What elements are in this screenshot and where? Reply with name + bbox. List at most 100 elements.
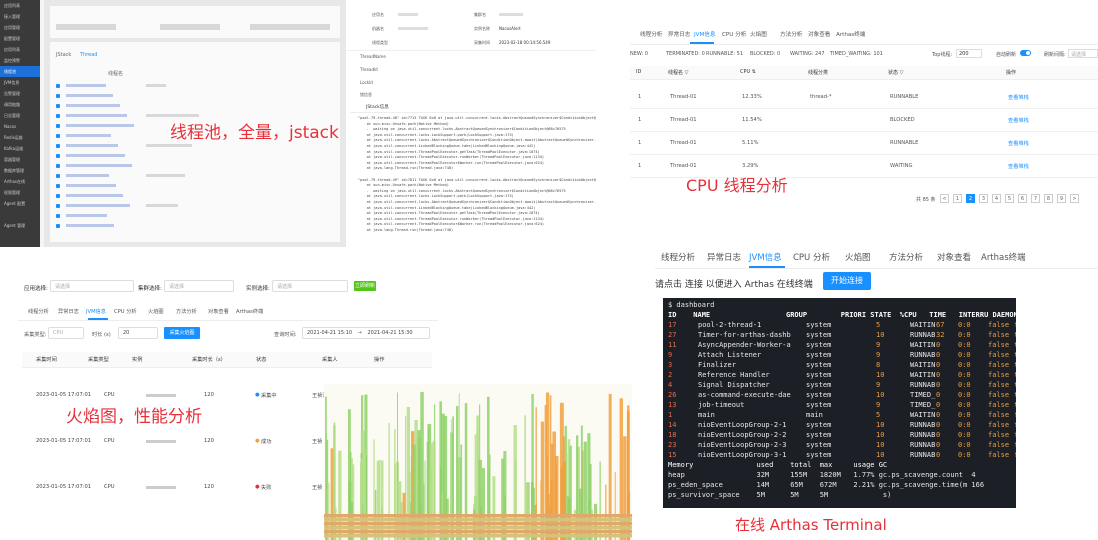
sidebar-item[interactable] — [0, 209, 40, 220]
table-row[interactable] — [56, 92, 332, 100]
sidebar-item[interactable]: Arthas在线 — [0, 176, 40, 187]
table-row[interactable] — [56, 202, 332, 210]
tab-5[interactable]: 方法分析 — [889, 251, 923, 263]
flame-frame[interactable] — [412, 444, 416, 540]
tab-5[interactable]: 方法分析 — [176, 308, 197, 315]
tab-2[interactable]: JVM信息 — [86, 308, 106, 315]
sidebar-item[interactable]: 日志管理 — [0, 110, 40, 121]
tab-0[interactable]: 线程分析 — [640, 30, 662, 38]
flame-frame[interactable] — [408, 471, 411, 540]
page-8[interactable]: 8 — [1044, 194, 1053, 203]
tab-4[interactable]: 火焰图 — [750, 30, 767, 38]
table-row[interactable] — [56, 162, 332, 170]
sidebar-item[interactable]: Redis运维 — [0, 132, 40, 143]
flame-frame[interactable] — [555, 471, 557, 540]
table-row[interactable] — [56, 192, 332, 200]
sidebar-item[interactable]: 接入管理 — [0, 11, 40, 22]
filter-select[interactable] — [56, 24, 116, 30]
sidebar-item[interactable]: Agent 管理 — [0, 220, 40, 231]
sidebar-item[interactable]: 应用管理 — [0, 22, 40, 33]
flame-frame[interactable] — [420, 391, 424, 540]
sidebar-item[interactable]: Kafka运维 — [0, 143, 40, 154]
page-1[interactable]: 1 — [953, 194, 962, 203]
start-flame-button[interactable]: 采集火焰图 — [164, 327, 200, 339]
table-row[interactable] — [56, 212, 332, 220]
sidebar-item[interactable]: 容器管理 — [0, 154, 40, 165]
page-0[interactable]: < — [940, 194, 949, 203]
tab-6[interactable]: 对象查看 — [208, 308, 229, 315]
tab-0[interactable]: 线程分析 — [661, 251, 695, 263]
page-3[interactable]: 3 — [979, 194, 988, 203]
table-row[interactable] — [56, 222, 332, 230]
table-row[interactable] — [56, 172, 332, 180]
flame-base-frame[interactable] — [324, 514, 632, 518]
page-4[interactable]: 4 — [992, 194, 1001, 203]
flame-graph[interactable] — [324, 384, 632, 540]
filter-select[interactable] — [250, 24, 330, 30]
flame-base-frame[interactable] — [324, 518, 632, 522]
tab-7[interactable]: Arthas终端 — [981, 251, 1026, 263]
flame-frame[interactable] — [458, 393, 460, 540]
flame-base-frame[interactable] — [324, 530, 632, 534]
tab-3[interactable]: CPU 分析 — [114, 308, 137, 315]
tab-2[interactable]: JVM信息 — [749, 251, 782, 263]
tab-7[interactable]: Arthas终端 — [836, 30, 865, 38]
tab-5[interactable]: 方法分析 — [780, 30, 802, 38]
sidebar-item[interactable]: Nacos — [0, 121, 40, 132]
sidebar-item[interactable]: 监控预警 — [0, 55, 40, 66]
instance-select[interactable]: 请选择 — [272, 280, 348, 292]
table-row[interactable] — [56, 152, 332, 160]
tab-0[interactable]: 线程分析 — [28, 308, 49, 315]
app-select[interactable]: 请选择 — [50, 280, 134, 292]
terminal[interactable]: $ dashboard ID NAME GROUP PRIORI STATE %… — [663, 298, 1016, 508]
sidebar-item[interactable]: 应用列表 — [0, 44, 40, 55]
flame-frame[interactable] — [460, 444, 463, 540]
sidebar-item[interactable]: 数据库管理 — [0, 165, 40, 176]
tab-7[interactable]: Arthas终端 — [236, 308, 263, 315]
page-7[interactable]: 7 — [1031, 194, 1040, 203]
tab-4[interactable]: 火焰图 — [845, 251, 871, 263]
tab-6[interactable]: 对象查看 — [808, 30, 830, 38]
sidebar-item[interactable]: 调用链路 — [0, 99, 40, 110]
page-5[interactable]: 5 — [1005, 194, 1014, 203]
connect-button[interactable]: 开始连接 — [823, 272, 871, 290]
duration-input[interactable]: 20 — [118, 327, 158, 339]
sidebar-item[interactable]: 配置管理 — [0, 33, 40, 44]
auto-refresh-toggle[interactable] — [1020, 50, 1031, 56]
refresh-now-button[interactable]: 立即刷新 — [354, 281, 376, 291]
tab-2[interactable]: JVM信息 — [694, 30, 716, 38]
cell-5[interactable]: 查看堆栈 — [1008, 163, 1029, 170]
flame-frame[interactable] — [614, 472, 616, 540]
sidebar-item[interactable]: Agent 配置 — [0, 198, 40, 209]
flame-base-frame[interactable] — [324, 522, 632, 526]
table-row[interactable] — [56, 82, 332, 90]
page-9[interactable]: 9 — [1057, 194, 1066, 203]
cell-5[interactable]: 查看堆栈 — [1008, 140, 1029, 147]
tab-4[interactable]: 火焰图 — [148, 308, 164, 315]
sidebar-item[interactable]: 权限管理 — [0, 187, 40, 198]
tab-3[interactable]: CPU 分析 — [793, 251, 830, 263]
tab-1[interactable]: 异常日志 — [707, 251, 741, 263]
table-row[interactable] — [56, 182, 332, 190]
tab-6[interactable]: 对象查看 — [937, 251, 971, 263]
tab-jstack[interactable]: JStack — [56, 52, 71, 58]
flame-base-frame[interactable] — [324, 526, 632, 530]
time-range-picker[interactable]: 2021-04-21 15:10 → 2021-04-21 15:30 — [302, 327, 430, 339]
cluster-select[interactable]: 请选择 — [164, 280, 234, 292]
sidebar-item[interactable]: 应用列表 — [0, 0, 40, 11]
filter-select[interactable] — [160, 24, 220, 30]
tab-3[interactable]: CPU 分析 — [722, 30, 746, 38]
flame-base-frame[interactable] — [324, 534, 632, 538]
sidebar-item[interactable]: 告警管理 — [0, 88, 40, 99]
page-10[interactable]: > — [1070, 194, 1079, 203]
table-row[interactable] — [56, 102, 332, 110]
cell-5[interactable]: 查看堆栈 — [1008, 117, 1029, 124]
cell-5[interactable]: 查看堆栈 — [1008, 94, 1029, 101]
tab-thread[interactable]: Thread — [80, 52, 97, 58]
page-6[interactable]: 6 — [1018, 194, 1027, 203]
table-row[interactable] — [56, 142, 332, 150]
page-2[interactable]: 2 — [966, 194, 975, 203]
tab-1[interactable]: 异常日志 — [668, 30, 690, 38]
sidebar-item[interactable]: 线程池 — [0, 66, 40, 77]
interval-select[interactable]: 请选择 — [1068, 49, 1098, 58]
